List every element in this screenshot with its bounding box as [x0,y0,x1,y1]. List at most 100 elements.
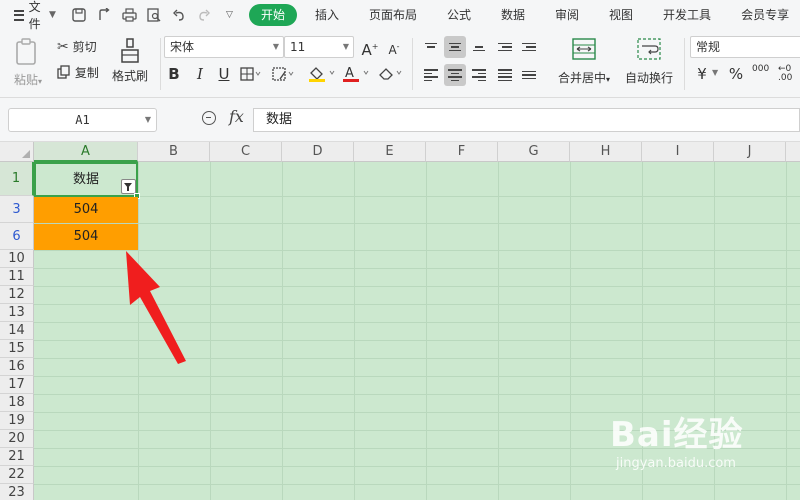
align-middle-button[interactable] [444,36,466,58]
underline-button[interactable]: U [214,63,234,85]
row-header-15[interactable]: 15 [0,340,34,358]
insert-function-button[interactable]: fx [229,107,244,126]
print-icon[interactable] [122,7,137,23]
tab-member[interactable]: 会员专享 [729,4,800,26]
row-header-14[interactable]: 14 [0,322,34,340]
merge-center-button[interactable]: 合并居中▾ [554,38,614,86]
watermark-logo: Bai经验 [610,415,744,455]
font-size-select[interactable]: 11 ▼ [284,36,354,58]
grid-line [34,376,800,377]
currency-format-button[interactable]: ¥ [692,63,712,85]
wrap-text-button[interactable]: 自动换行 [622,38,676,86]
formula-input[interactable]: 数据 [253,108,800,132]
clear-button[interactable] [378,65,406,84]
tab-data[interactable]: 数据 [489,4,537,26]
thousands-separator-button[interactable]: 000 [752,65,769,74]
chevron-down-icon: ▼ [144,115,151,124]
tab-home[interactable]: 开始 [248,4,297,26]
file-menu-label: 文件 [28,0,41,31]
chevron-down-icon[interactable]: ▼ [712,68,718,77]
row-header-17[interactable]: 17 [0,376,34,394]
cell-style-button[interactable] [272,67,296,84]
format-painter-button[interactable]: 格式刷 [110,38,150,84]
percent-format-button[interactable]: % [726,63,746,85]
italic-button[interactable]: I [190,63,210,85]
increase-indent-button[interactable] [518,36,540,58]
grid-line [426,162,427,500]
column-header-h[interactable]: H [570,142,642,162]
distributed-align-button[interactable] [518,64,540,86]
bold-button[interactable]: B [164,63,184,85]
row-header-13[interactable]: 13 [0,304,34,322]
justify-button[interactable] [494,64,516,86]
watermark: Bai经验 jingyan.baidu.com [610,407,790,487]
print-preview-icon[interactable] [147,7,162,23]
row-header-6[interactable]: 6 [0,223,34,250]
decrease-indent-button[interactable] [494,36,516,58]
column-header-i[interactable]: I [642,142,714,162]
row-header-19[interactable]: 19 [0,412,34,430]
cell-a3[interactable]: 504 [34,197,138,223]
increase-font-icon[interactable]: A+ [360,36,380,59]
align-right-button[interactable] [468,64,490,86]
cut-button[interactable]: ✂ 剪切 [57,38,97,55]
menu-bar: 文件 ▼ ▽ 开始 插入 页面布局 公式 数据 审阅 视图 开发工具 会员专享 [0,0,800,32]
filter-icon[interactable] [121,179,136,194]
align-center-button[interactable] [444,64,466,86]
row-header-10[interactable]: 10 [0,250,34,268]
tab-view[interactable]: 视图 [597,4,645,26]
border-button[interactable] [240,67,262,84]
align-top-button[interactable] [420,36,442,58]
column-header-j[interactable]: J [714,142,786,162]
column-header-f[interactable]: F [426,142,498,162]
zoom-out-icon[interactable] [202,111,216,125]
grid-line [354,162,355,500]
save-icon[interactable] [72,7,87,23]
fill-color-button[interactable] [308,65,338,86]
column-header-b[interactable]: B [138,142,210,162]
copy-button[interactable]: 复制 [57,64,99,81]
font-name-select[interactable]: 宋体 ▼ [164,36,284,58]
font-color-button[interactable]: A [342,65,372,86]
row-header-23[interactable]: 23 [0,484,34,500]
tab-insert[interactable]: 插入 [303,4,351,26]
row-header-12[interactable]: 12 [0,286,34,304]
tab-formulas[interactable]: 公式 [435,4,483,26]
row-header-1[interactable]: 1 [0,162,34,196]
redo-icon[interactable] [197,8,212,23]
currency-icon: ¥ [697,65,707,83]
column-header-e[interactable]: E [354,142,426,162]
row-header-18[interactable]: 18 [0,394,34,412]
cell-a6-value: 504 [73,229,99,244]
tab-developer[interactable]: 开发工具 [651,4,723,26]
column-header-c[interactable]: C [210,142,282,162]
row-header-16[interactable]: 16 [0,358,34,376]
paste-button[interactable]: 粘贴▾ [14,38,44,90]
align-bottom-button[interactable] [468,36,490,58]
align-left-button[interactable] [420,64,442,86]
file-menu[interactable]: 文件 ▼ [0,0,56,32]
spreadsheet-grid[interactable]: A B C D E F G H I J 1 3 6 10 11 12 13 14… [0,142,800,500]
number-format-select[interactable]: 常规 [690,36,800,58]
export-icon[interactable] [97,6,112,23]
tab-review[interactable]: 审阅 [543,4,591,26]
column-header-d[interactable]: D [282,142,354,162]
chevron-down-icon: ▼ [342,42,349,51]
wrap-text-icon [637,38,661,60]
decrease-font-icon[interactable]: A- [384,36,404,58]
name-box[interactable]: A1 ▼ [8,108,157,132]
column-header-k[interactable] [786,142,800,162]
chevron-down-icon: ▼ [49,10,56,20]
undo-icon[interactable] [172,8,187,23]
row-header-21[interactable]: 21 [0,448,34,466]
row-header-3[interactable]: 3 [0,196,34,223]
column-header-g[interactable]: G [498,142,570,162]
column-header-a[interactable]: A [34,142,138,162]
row-header-22[interactable]: 22 [0,466,34,484]
tab-page-layout[interactable]: 页面布局 [357,4,429,26]
row-header-11[interactable]: 11 [0,268,34,286]
increase-decimal-button[interactable]: ←0.00 [778,65,792,83]
select-all-button[interactable] [0,142,34,162]
customize-toolbar-icon[interactable]: ▽ [222,8,237,23]
row-header-20[interactable]: 20 [0,430,34,448]
